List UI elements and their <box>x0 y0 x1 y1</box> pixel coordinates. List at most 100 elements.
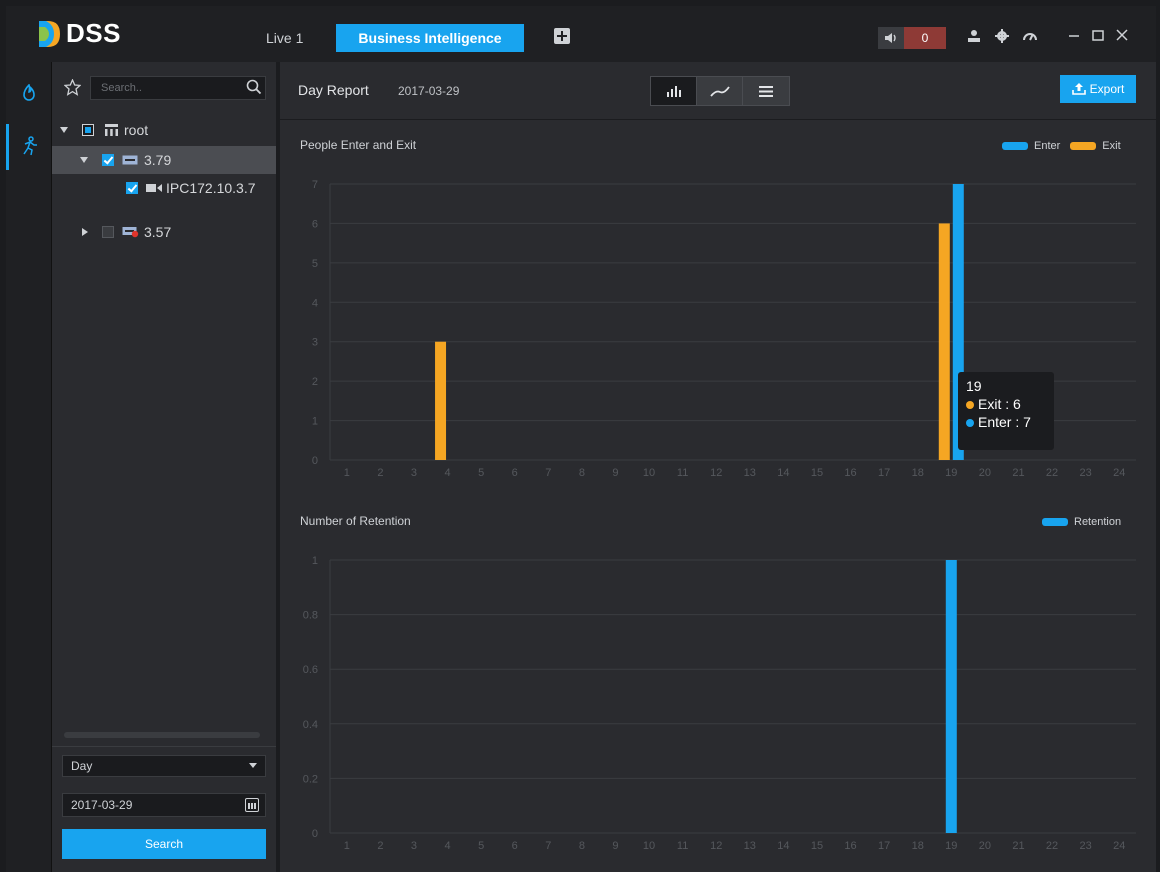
nvr-icon <box>122 155 138 165</box>
close-icon[interactable] <box>1112 28 1132 48</box>
table-view-button[interactable] <box>743 77 789 105</box>
legend-item-exit[interactable]: Exit <box>1070 140 1121 152</box>
x-tick-label: 10 <box>643 840 655 852</box>
x-tick-label: 11 <box>677 467 688 479</box>
legend-swatch <box>1042 518 1068 526</box>
legend-label: Enter <box>1034 140 1061 152</box>
nav-people-counting[interactable] <box>6 124 52 170</box>
legend-swatch <box>1002 142 1028 150</box>
tree-node-nvr-3-57[interactable]: 3.57 <box>52 218 276 246</box>
search-button[interactable]: Search <box>62 829 266 859</box>
minimize-icon[interactable] <box>1064 28 1084 48</box>
y-tick-label: 0 <box>312 828 318 840</box>
view-mode-switch <box>650 76 790 106</box>
list-icon <box>759 86 773 97</box>
tooltip-exit: Exit : 6 <box>978 396 1021 412</box>
x-tick-label: 11 <box>677 840 688 852</box>
period-select[interactable]: Day <box>62 755 266 777</box>
chart-legend: Enter Exit <box>1002 140 1121 152</box>
search-icon[interactable] <box>246 79 262 95</box>
tree-search-input[interactable]: Search.. <box>90 76 266 100</box>
period-select-value: Day <box>71 759 93 773</box>
calendar-icon[interactable] <box>245 798 259 812</box>
tree-node-label: 3.79 <box>144 152 172 168</box>
tree-node-camera[interactable]: IPC172.10.3.7 <box>52 174 276 202</box>
report-header: Day Report 2017-03-29 Export <box>280 62 1156 120</box>
nvr-3-57-checkbox[interactable] <box>102 226 114 238</box>
x-tick-label: 20 <box>979 467 991 479</box>
x-tick-label: 8 <box>579 467 585 479</box>
x-tick-label: 4 <box>444 840 450 852</box>
x-tick-label: 10 <box>643 467 655 479</box>
y-tick-label: 0.6 <box>303 664 318 676</box>
legend-label: Exit <box>1102 140 1121 152</box>
panel-splitter[interactable] <box>64 732 260 738</box>
expand-caret-icon[interactable] <box>80 157 88 163</box>
tab-live-1[interactable]: Live 1 <box>254 24 315 52</box>
x-tick-label: 19 <box>945 840 957 852</box>
bar-chart-icon <box>667 86 681 97</box>
y-tick-label: 7 <box>312 179 318 191</box>
x-tick-label: 3 <box>411 840 417 852</box>
add-tab-icon[interactable] <box>554 28 570 44</box>
nav-heatmap[interactable] <box>6 70 52 116</box>
collapse-caret-icon[interactable] <box>82 228 88 236</box>
x-tick-label: 14 <box>777 467 789 479</box>
x-tick-label: 14 <box>777 840 789 852</box>
maximize-icon[interactable] <box>1088 28 1108 48</box>
tooltip-dot <box>966 401 974 409</box>
legend-item-retention[interactable]: Retention <box>1042 516 1121 528</box>
title-bar: DSS Live 1 Business Intelligence 0 <box>6 6 1156 62</box>
report-title: Day Report <box>298 82 369 98</box>
x-tick-label: 24 <box>1113 467 1125 479</box>
line-chart-view-button[interactable] <box>697 77 743 105</box>
tree-search-row: Search.. <box>52 76 276 100</box>
tree-node-label: 3.57 <box>144 224 172 240</box>
y-tick-label: 0.8 <box>303 610 318 622</box>
date-input[interactable]: 2017-03-29 <box>62 793 266 817</box>
tooltip-enter: Enter : 7 <box>978 414 1031 430</box>
export-button[interactable]: Export <box>1060 75 1136 103</box>
bar-exit-19 <box>938 223 950 460</box>
flame-icon <box>23 84 35 101</box>
alarm-indicator[interactable]: 0 <box>878 27 946 49</box>
alarm-count: 0 <box>904 27 946 49</box>
x-tick-label: 16 <box>844 467 856 479</box>
x-tick-label: 18 <box>912 467 924 479</box>
retention-chart: 00.20.40.60.811 2 3 4 5 6 7 8 9 10 11 12 13 14 15 16 17 1… <box>303 555 1136 852</box>
bar-retention-19 <box>945 560 957 833</box>
x-tick-label: 8 <box>579 840 585 852</box>
root-checkbox[interactable] <box>82 124 94 136</box>
nvr-3-79-checkbox[interactable] <box>102 154 114 166</box>
legend-item-enter[interactable]: Enter <box>1002 140 1060 152</box>
x-tick-label: 13 <box>744 840 756 852</box>
x-tick-label: 1 <box>344 467 350 479</box>
x-tick-label: 22 <box>1046 840 1058 852</box>
tooltip-header: 19 <box>966 378 982 394</box>
report-date: 2017-03-29 <box>398 84 460 98</box>
x-tick-label: 15 <box>811 840 823 852</box>
speedometer-icon[interactable] <box>1020 28 1040 48</box>
user-icon[interactable] <box>964 28 984 48</box>
tree-node-nvr-3-79[interactable]: 3.79 <box>52 146 276 174</box>
tab-business-intelligence[interactable]: Business Intelligence <box>336 24 524 52</box>
x-tick-label: 24 <box>1113 840 1125 852</box>
tooltip-row: Enter : 7 <box>966 414 1046 430</box>
app-name: DSS <box>66 18 121 48</box>
speaker-icon <box>878 27 904 49</box>
bar-chart-view-button[interactable] <box>651 77 697 105</box>
expand-caret-icon[interactable] <box>60 127 68 133</box>
tree-node-root[interactable]: root <box>52 116 276 144</box>
x-tick-label: 17 <box>878 467 890 479</box>
gear-icon[interactable] <box>992 28 1012 48</box>
x-tick-label: 21 <box>1012 467 1024 479</box>
camera-checkbox[interactable] <box>126 182 138 194</box>
y-tick-label: 2 <box>312 376 318 388</box>
x-tick-label: 23 <box>1080 840 1092 852</box>
x-tick-label: 5 <box>478 840 484 852</box>
x-tick-label: 15 <box>811 467 823 479</box>
org-icon <box>105 124 118 136</box>
star-icon[interactable] <box>64 79 81 96</box>
y-tick-label: 4 <box>312 297 318 309</box>
module-nav <box>6 62 52 872</box>
